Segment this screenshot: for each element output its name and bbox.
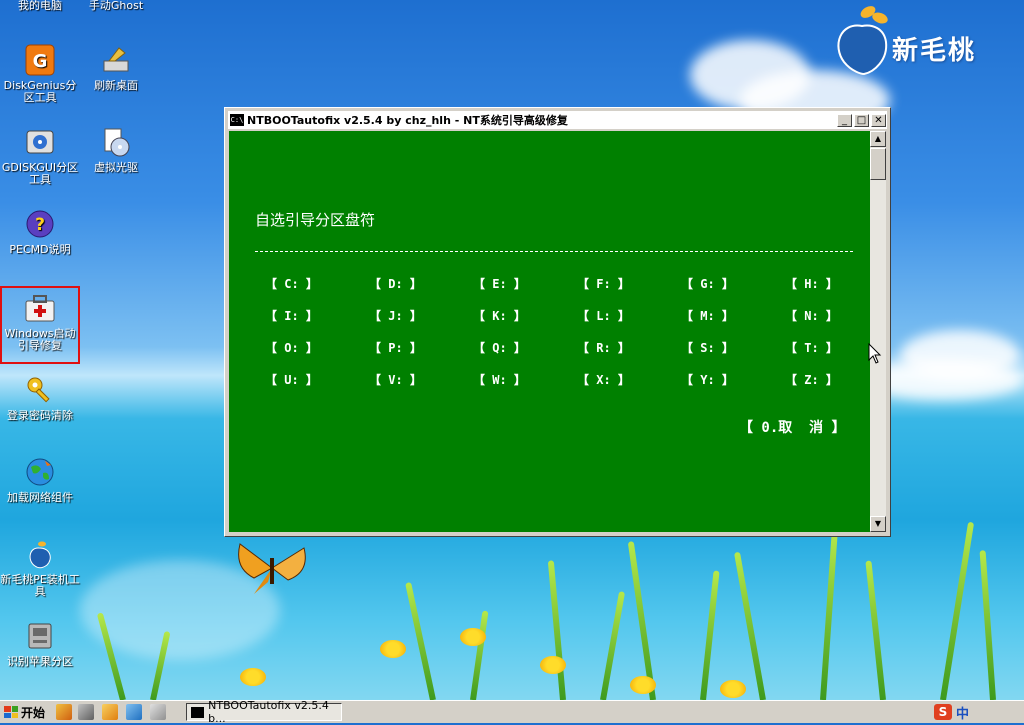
drive-option[interactable]: 【 W: 】: [473, 371, 577, 389]
drive-option[interactable]: 【 Y: 】: [681, 371, 785, 389]
desktop-icon-password-clear[interactable]: 登录密码清除: [0, 374, 80, 422]
quicklaunch-image-icon[interactable]: [126, 704, 142, 720]
start-label: 开始: [21, 705, 46, 720]
close-button[interactable]: ✕: [871, 113, 886, 127]
desktop-icon-apple-partition[interactable]: 识别苹果分区: [0, 620, 80, 668]
svg-text:?: ?: [35, 215, 45, 235]
flower-decoration: [720, 680, 746, 698]
input-method-icon[interactable]: S: [934, 704, 952, 720]
flower-decoration: [380, 640, 406, 658]
drive-options: 【 C: 】【 D: 】【 E: 】【 F: 】【 G: 】【 H: 】【 I:…: [265, 275, 865, 389]
drive-option[interactable]: 【 F: 】: [577, 275, 681, 293]
drive-option[interactable]: 【 K: 】: [473, 307, 577, 325]
desktop-icon-label: DiskGenius分区工具: [3, 79, 77, 104]
flower-decoration: [460, 628, 486, 646]
drive-option[interactable]: 【 L: 】: [577, 307, 681, 325]
help-icon: ?: [24, 208, 56, 240]
cancel-option[interactable]: 【 0.取 消 】: [739, 417, 846, 437]
desktop-icon-label: 识别苹果分区: [7, 655, 73, 668]
quicklaunch-eraser-icon[interactable]: [150, 704, 166, 720]
console-area[interactable]: 自选引导分区盘符 【 C: 】【 D: 】【 E: 】【 F: 】【 G: 】【…: [229, 131, 870, 532]
desktop-icon-gdiskgui[interactable]: GDISKGUI分区工具: [0, 126, 80, 186]
gdisk-gui-icon: [24, 126, 56, 158]
vertical-scrollbar[interactable]: ▲ ▼: [870, 131, 886, 532]
network-globe-icon: [24, 456, 56, 488]
virtual-cd-icon: [100, 126, 132, 158]
taskbar-window-label: NTBOOTautofix v2.5.4 b...: [208, 699, 329, 725]
refresh-desktop-icon: [100, 44, 132, 76]
desktop-icon-pe-installer[interactable]: 新毛桃PE装机工具: [0, 538, 80, 598]
svg-text:G: G: [33, 51, 48, 72]
ntbootautofix-window[interactable]: C:\ NTBOOTautofix v2.5.4 by chz_hlh - NT…: [224, 107, 891, 537]
drive-option[interactable]: 【 M: 】: [681, 307, 785, 325]
drive-option[interactable]: 【 O: 】: [265, 339, 369, 357]
taskbar: 开始 NTBOOTautofix v2.5.4 b... S 中: [0, 699, 1024, 725]
drive-option[interactable]: 【 X: 】: [577, 371, 681, 389]
desktop-icon-label: GDISKGUI分区工具: [1, 161, 79, 186]
drive-option[interactable]: 【 V: 】: [369, 371, 473, 389]
drive-option[interactable]: 【 Q: 】: [473, 339, 577, 357]
desktop-icon-label: 刷新桌面: [94, 79, 138, 92]
drive-option[interactable]: 【 D: 】: [369, 275, 473, 293]
flower-decoration: [540, 656, 566, 674]
flower-decoration: [630, 676, 656, 694]
quicklaunch-search-icon[interactable]: [102, 704, 118, 720]
pe-installer-icon: [24, 538, 56, 570]
desktop-icon-virtual-cd[interactable]: 虚拟光驱: [76, 126, 156, 174]
console-divider: [255, 251, 853, 252]
selection-highlight: [0, 286, 80, 364]
drive-option[interactable]: 【 S: 】: [681, 339, 785, 357]
quicklaunch-tool-icon[interactable]: [78, 704, 94, 720]
desktop-icon-label: PECMD说明: [9, 243, 71, 256]
console-icon: [191, 706, 205, 718]
apple-partition-icon: [24, 620, 56, 652]
desktop-icon-label: 加载网络组件: [7, 491, 73, 504]
quicklaunch-app-icon[interactable]: [56, 704, 72, 720]
windows-logo-icon: [4, 706, 18, 718]
drive-option[interactable]: 【 U: 】: [265, 371, 369, 389]
system-tray: S 中: [934, 703, 1024, 722]
desktop-icon-my-computer[interactable]: 我的电脑: [0, 0, 80, 12]
scroll-up-arrow-icon[interactable]: ▲: [870, 131, 886, 147]
scrollbar-thumb[interactable]: [870, 148, 886, 180]
key-icon: [24, 374, 56, 406]
maximize-button[interactable]: □: [854, 113, 869, 127]
drive-option[interactable]: 【 P: 】: [369, 339, 473, 357]
minimize-button[interactable]: _: [837, 113, 852, 127]
drive-option[interactable]: 【 G: 】: [681, 275, 785, 293]
flower-decoration: [240, 668, 266, 686]
desktop-icon-pecmd-help[interactable]: ? PECMD说明: [0, 208, 80, 256]
diskgenius-icon: G: [24, 44, 56, 76]
drive-option[interactable]: 【 R: 】: [577, 339, 681, 357]
drive-option[interactable]: 【 I: 】: [265, 307, 369, 325]
desktop-icon-refresh-desktop[interactable]: 刷新桌面: [76, 44, 156, 92]
desktop-icon-diskgenius[interactable]: G DiskGenius分区工具: [0, 44, 80, 104]
desktop-icon-label: 手动Ghost: [88, 0, 144, 12]
desktop-icon-load-network[interactable]: 加载网络组件: [0, 456, 80, 504]
window-titlebar[interactable]: C:\ NTBOOTautofix v2.5.4 by chz_hlh - NT…: [228, 111, 887, 129]
desktop-icon-label: 我的电脑: [18, 0, 62, 12]
taskbar-window-button[interactable]: NTBOOTautofix v2.5.4 b...: [186, 699, 342, 725]
drive-option[interactable]: 【 E: 】: [473, 275, 577, 293]
butterfly-decoration: [238, 543, 306, 594]
peach-logo-icon: [837, 6, 888, 76]
desktop-icon-manual-ghost[interactable]: 手动Ghost: [76, 0, 156, 12]
scroll-down-arrow-icon[interactable]: ▼: [870, 516, 886, 532]
desktop-icon-label: 虚拟光驱: [94, 161, 138, 174]
desktop-icon-label: 登录密码清除: [7, 409, 73, 422]
brand-logo: 新毛桃: [830, 2, 1020, 78]
drive-option[interactable]: 【 J: 】: [369, 307, 473, 325]
start-button[interactable]: 开始: [2, 703, 48, 721]
input-method-label[interactable]: 中: [956, 703, 969, 722]
desktop-icon-label: 新毛桃PE装机工具: [0, 573, 80, 598]
mouse-cursor-icon: [868, 343, 882, 364]
drive-option[interactable]: 【 C: 】: [265, 275, 369, 293]
console-prompt: 自选引导分区盘符: [255, 211, 376, 229]
logo-text: 新毛桃: [892, 36, 977, 66]
window-title: NTBOOTautofix v2.5.4 by chz_hlh - NT系统引导…: [247, 114, 568, 127]
console-icon: C:\: [230, 114, 244, 126]
